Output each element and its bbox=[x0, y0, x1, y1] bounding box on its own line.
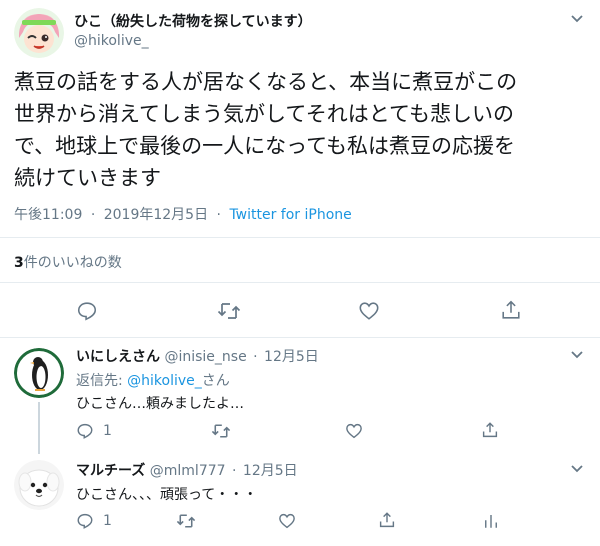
replying-to: 返信先: @hikolive_さん bbox=[76, 370, 230, 390]
reply-display-name[interactable]: マルチーズ bbox=[76, 463, 145, 479]
reply-handle[interactable]: @inisie_nse bbox=[164, 349, 246, 365]
meta-separator: · bbox=[216, 207, 221, 223]
chevron-down-icon[interactable] bbox=[570, 14, 584, 24]
reply-header: マルチーズ @mlml777 · 12月5日 bbox=[76, 460, 298, 480]
likes-count: 3 bbox=[14, 255, 24, 271]
analytics-icon[interactable] bbox=[482, 512, 500, 530]
tweet-text-line: で、地球上で最後の一人になっても私は煮豆の応援を bbox=[14, 134, 516, 158]
divider bbox=[0, 282, 600, 283]
like-icon[interactable] bbox=[358, 300, 380, 322]
replying-to-prefix: 返信先: bbox=[76, 373, 128, 389]
tweet-meta: 午後11:09 · 2019年12月5日 · Twitter for iPhon… bbox=[14, 204, 352, 224]
reply-icon[interactable] bbox=[76, 300, 98, 322]
tweet-time[interactable]: 午後11:09 bbox=[14, 207, 82, 223]
reply-header: いにしえさん @inisie_nse · 12月5日 bbox=[76, 346, 319, 366]
reply-avatar[interactable] bbox=[14, 348, 64, 398]
divider bbox=[0, 337, 600, 338]
retweet-icon[interactable] bbox=[176, 512, 196, 530]
author-display-name[interactable]: ひこ（紛失した荷物を探しています） bbox=[74, 11, 312, 31]
reply-date[interactable]: 12月5日 bbox=[243, 463, 298, 479]
tweet-text-line: 世界から消えてしまう気がしてそれはとても悲しいの bbox=[14, 102, 515, 126]
reply-count: 1 bbox=[103, 513, 112, 529]
likes-count-row[interactable]: 3件のいいねの数 bbox=[14, 252, 122, 272]
reply-date[interactable]: 12月5日 bbox=[264, 349, 319, 365]
share-icon[interactable] bbox=[500, 299, 522, 321]
tweet-text-line: 続けていきます bbox=[14, 166, 161, 190]
reply-text: ひこさん…頼みましたよ… bbox=[76, 396, 244, 412]
likes-label: 件のいいねの数 bbox=[23, 255, 122, 271]
tweet-text-line: 煮豆の話をする人が居なくなると、本当に煮豆がこの bbox=[14, 70, 518, 94]
share-icon[interactable] bbox=[481, 421, 499, 439]
replying-to-handle[interactable]: @hikolive_ bbox=[127, 373, 202, 389]
reply-dot: · bbox=[253, 349, 258, 365]
reply-count: 1 bbox=[103, 423, 112, 439]
author-avatar[interactable] bbox=[14, 8, 64, 58]
reply-avatar[interactable] bbox=[14, 460, 64, 510]
reply-text: ひこさん、、、頑張って・・・ bbox=[76, 487, 258, 503]
chevron-down-icon[interactable] bbox=[570, 350, 584, 360]
reply-icon[interactable] bbox=[76, 422, 94, 440]
reply-display-name[interactable]: いにしえさん bbox=[76, 349, 160, 365]
divider bbox=[0, 237, 600, 238]
reply-icon[interactable] bbox=[76, 512, 94, 530]
like-icon[interactable] bbox=[278, 512, 296, 530]
meta-separator: · bbox=[90, 207, 96, 223]
reply-dot: · bbox=[232, 463, 237, 479]
retweet-icon[interactable] bbox=[211, 422, 231, 440]
retweet-icon[interactable] bbox=[217, 300, 241, 322]
tweet-date[interactable]: 2019年12月5日 bbox=[104, 207, 208, 223]
like-icon[interactable] bbox=[345, 422, 363, 440]
author-handle[interactable]: @hikolive_ bbox=[74, 33, 149, 49]
reply-handle[interactable]: @mlml777 bbox=[150, 463, 226, 479]
tweet-text: 煮豆の話をする人が居なくなると、本当に煮豆がこの 世界から消えてしまう気がしてそ… bbox=[14, 66, 517, 194]
replying-to-suffix: さん bbox=[201, 373, 230, 389]
tweet-source-link[interactable]: Twitter for iPhone bbox=[229, 207, 351, 223]
thread-line bbox=[38, 402, 40, 454]
chevron-down-icon[interactable] bbox=[570, 464, 584, 474]
share-icon[interactable] bbox=[378, 511, 396, 529]
